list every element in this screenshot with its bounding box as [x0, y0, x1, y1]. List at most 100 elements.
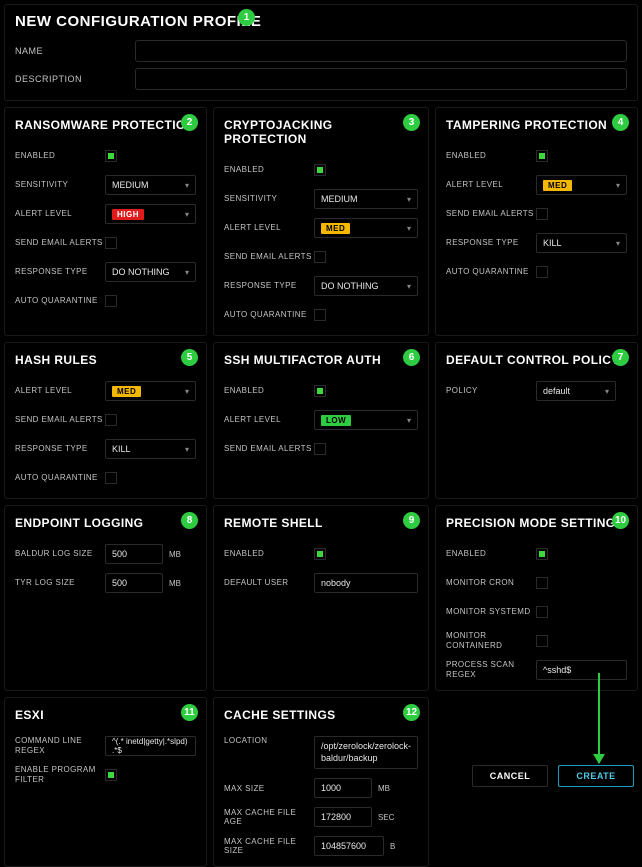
cache-maxfile-label: MAX CACHE FILE SIZE [224, 837, 314, 856]
tamper-response-select[interactable]: KILL▾ [536, 233, 627, 253]
cancel-button[interactable]: CANCEL [472, 765, 548, 787]
ransomware-autoq-check[interactable] [105, 295, 117, 307]
unit-sec: SEC [378, 813, 394, 822]
page-title: NEW CONFIGURATION PROFILE [15, 13, 627, 30]
esxi-filter-label: ENABLE PROGRAM FILTER [15, 765, 105, 784]
step-badge-9: 9 [403, 512, 420, 529]
crypto-email-label: SEND EMAIL ALERTS [224, 252, 314, 262]
ransomware-enabled-label: ENABLED [15, 151, 105, 161]
hash-email-label: SEND EMAIL ALERTS [15, 415, 105, 425]
name-input[interactable] [135, 40, 627, 62]
ssh-card: 6 SSH MULTIFACTOR AUTH ENABLED ALERT LEV… [213, 342, 429, 499]
name-label: NAME [15, 46, 135, 56]
ransomware-title: RANSOMWARE PROTECTION [15, 118, 196, 132]
ssh-enabled-label: ENABLED [224, 386, 314, 396]
crypto-title: CRYPTOJACKING PROTECTION [224, 118, 418, 146]
crypto-autoq-check[interactable] [314, 309, 326, 321]
chevron-down-icon: ▾ [185, 445, 189, 454]
cache-maxage-input[interactable]: 172800 [314, 807, 372, 827]
esxi-filter-check[interactable] [105, 769, 117, 781]
precision-cron-check[interactable] [536, 577, 548, 589]
cache-maxsize-label: MAX SIZE [224, 784, 314, 794]
precision-systemd-label: MONITOR SYSTEMD [446, 607, 536, 617]
tamper-alert-select[interactable]: MED▾ [536, 175, 627, 195]
cache-location-input[interactable]: /opt/zerolock/zerolock-baldur/backup [314, 736, 418, 769]
precision-cron-label: MONITOR CRON [446, 578, 536, 588]
crypto-email-check[interactable] [314, 251, 326, 263]
ssh-title: SSH MULTIFACTOR AUTH [224, 353, 418, 367]
precision-title: PRECISION MODE SETTINGS [446, 516, 627, 530]
tamper-email-check[interactable] [536, 208, 548, 220]
hash-autoq-check[interactable] [105, 472, 117, 484]
footer-buttons: CANCEL CREATE [472, 765, 634, 787]
shell-enabled-check[interactable] [314, 548, 326, 560]
chevron-down-icon: ▾ [616, 239, 620, 248]
description-label: DESCRIPTION [15, 74, 135, 84]
ssh-alert-label: ALERT LEVEL [224, 415, 314, 425]
annotation-arrow [598, 673, 600, 763]
ransomware-email-check[interactable] [105, 237, 117, 249]
precision-regex-label: PROCESS SCAN REGEX [446, 660, 536, 679]
crypto-card: 3 CRYPTOJACKING PROTECTION ENABLED SENSI… [213, 107, 429, 336]
cache-maxsize-input[interactable]: 1000 [314, 778, 372, 798]
hash-card: 5 HASH RULES ALERT LEVELMED▾ SEND EMAIL … [4, 342, 207, 499]
ransomware-autoq-label: AUTO QUARANTINE [15, 296, 105, 306]
unit-mb: MB [169, 550, 181, 559]
cache-title: CACHE SETTINGS [224, 708, 418, 722]
tamper-enabled-check[interactable] [536, 150, 548, 162]
policy-label: POLICY [446, 386, 536, 396]
hash-alert-select[interactable]: MED▾ [105, 381, 196, 401]
chevron-down-icon: ▾ [407, 195, 411, 204]
esxi-regex-input[interactable]: ^(.* inetd|getty|.*slpd) .*$ [105, 736, 196, 756]
tamper-email-label: SEND EMAIL ALERTS [446, 209, 536, 219]
tyr-input[interactable]: 500 [105, 573, 163, 593]
baldur-input[interactable]: 500 [105, 544, 163, 564]
crypto-enabled-check[interactable] [314, 164, 326, 176]
chevron-down-icon: ▾ [185, 181, 189, 190]
shell-title: REMOTE SHELL [224, 516, 418, 530]
baldur-label: BALDUR LOG SIZE [15, 549, 105, 559]
tamper-alert-label: ALERT LEVEL [446, 180, 536, 190]
ransomware-email-label: SEND EMAIL ALERTS [15, 238, 105, 248]
crypto-alert-select[interactable]: MED▾ [314, 218, 418, 238]
ssh-email-label: SEND EMAIL ALERTS [224, 444, 314, 454]
precision-systemd-check[interactable] [536, 606, 548, 618]
ransomware-enabled-check[interactable] [105, 150, 117, 162]
create-button[interactable]: CREATE [558, 765, 634, 787]
crypto-enabled-label: ENABLED [224, 165, 314, 175]
shell-user-input[interactable]: nobody [314, 573, 418, 593]
policy-title: DEFAULT CONTROL POLICY [446, 353, 627, 367]
step-badge-11: 11 [181, 704, 198, 721]
crypto-sensitivity-label: SENSITIVITY [224, 194, 314, 204]
policy-select[interactable]: default▾ [536, 381, 616, 401]
tamper-autoq-label: AUTO QUARANTINE [446, 267, 536, 277]
ssh-alert-select[interactable]: LOW▾ [314, 410, 418, 430]
ssh-email-check[interactable] [314, 443, 326, 455]
precision-enabled-check[interactable] [536, 548, 548, 560]
crypto-sensitivity-select[interactable]: MEDIUM▾ [314, 189, 418, 209]
hash-response-select[interactable]: KILL▾ [105, 439, 196, 459]
tamper-autoq-check[interactable] [536, 266, 548, 278]
chevron-down-icon: ▾ [407, 224, 411, 233]
ransomware-alert-select[interactable]: HIGH ▾ [105, 204, 196, 224]
precision-card: 10 PRECISION MODE SETTINGS ENABLED MONIT… [435, 505, 638, 691]
hash-email-check[interactable] [105, 414, 117, 426]
ransomware-sensitivity-label: SENSITIVITY [15, 180, 105, 190]
header-section: NEW CONFIGURATION PROFILE 1 NAME DESCRIP… [4, 4, 638, 101]
chevron-down-icon: ▾ [185, 210, 189, 219]
alert-badge-high: HIGH [112, 209, 144, 220]
shell-enabled-label: ENABLED [224, 549, 314, 559]
cache-maxfile-input[interactable]: 104857600 [314, 836, 384, 856]
crypto-response-select[interactable]: DO NOTHING▾ [314, 276, 418, 296]
chevron-down-icon: ▾ [605, 387, 609, 396]
ssh-enabled-check[interactable] [314, 385, 326, 397]
step-badge-6: 6 [403, 349, 420, 366]
chevron-down-icon: ▾ [616, 181, 620, 190]
precision-regex-input[interactable]: ^sshd$ [536, 660, 627, 680]
ransomware-sensitivity-select[interactable]: MEDIUM▾ [105, 175, 196, 195]
description-input[interactable] [135, 68, 627, 90]
step-badge-1: 1 [238, 9, 255, 26]
precision-containerd-label: MONITOR CONTAINERD [446, 631, 536, 650]
precision-containerd-check[interactable] [536, 635, 548, 647]
ransomware-response-select[interactable]: DO NOTHING▾ [105, 262, 196, 282]
